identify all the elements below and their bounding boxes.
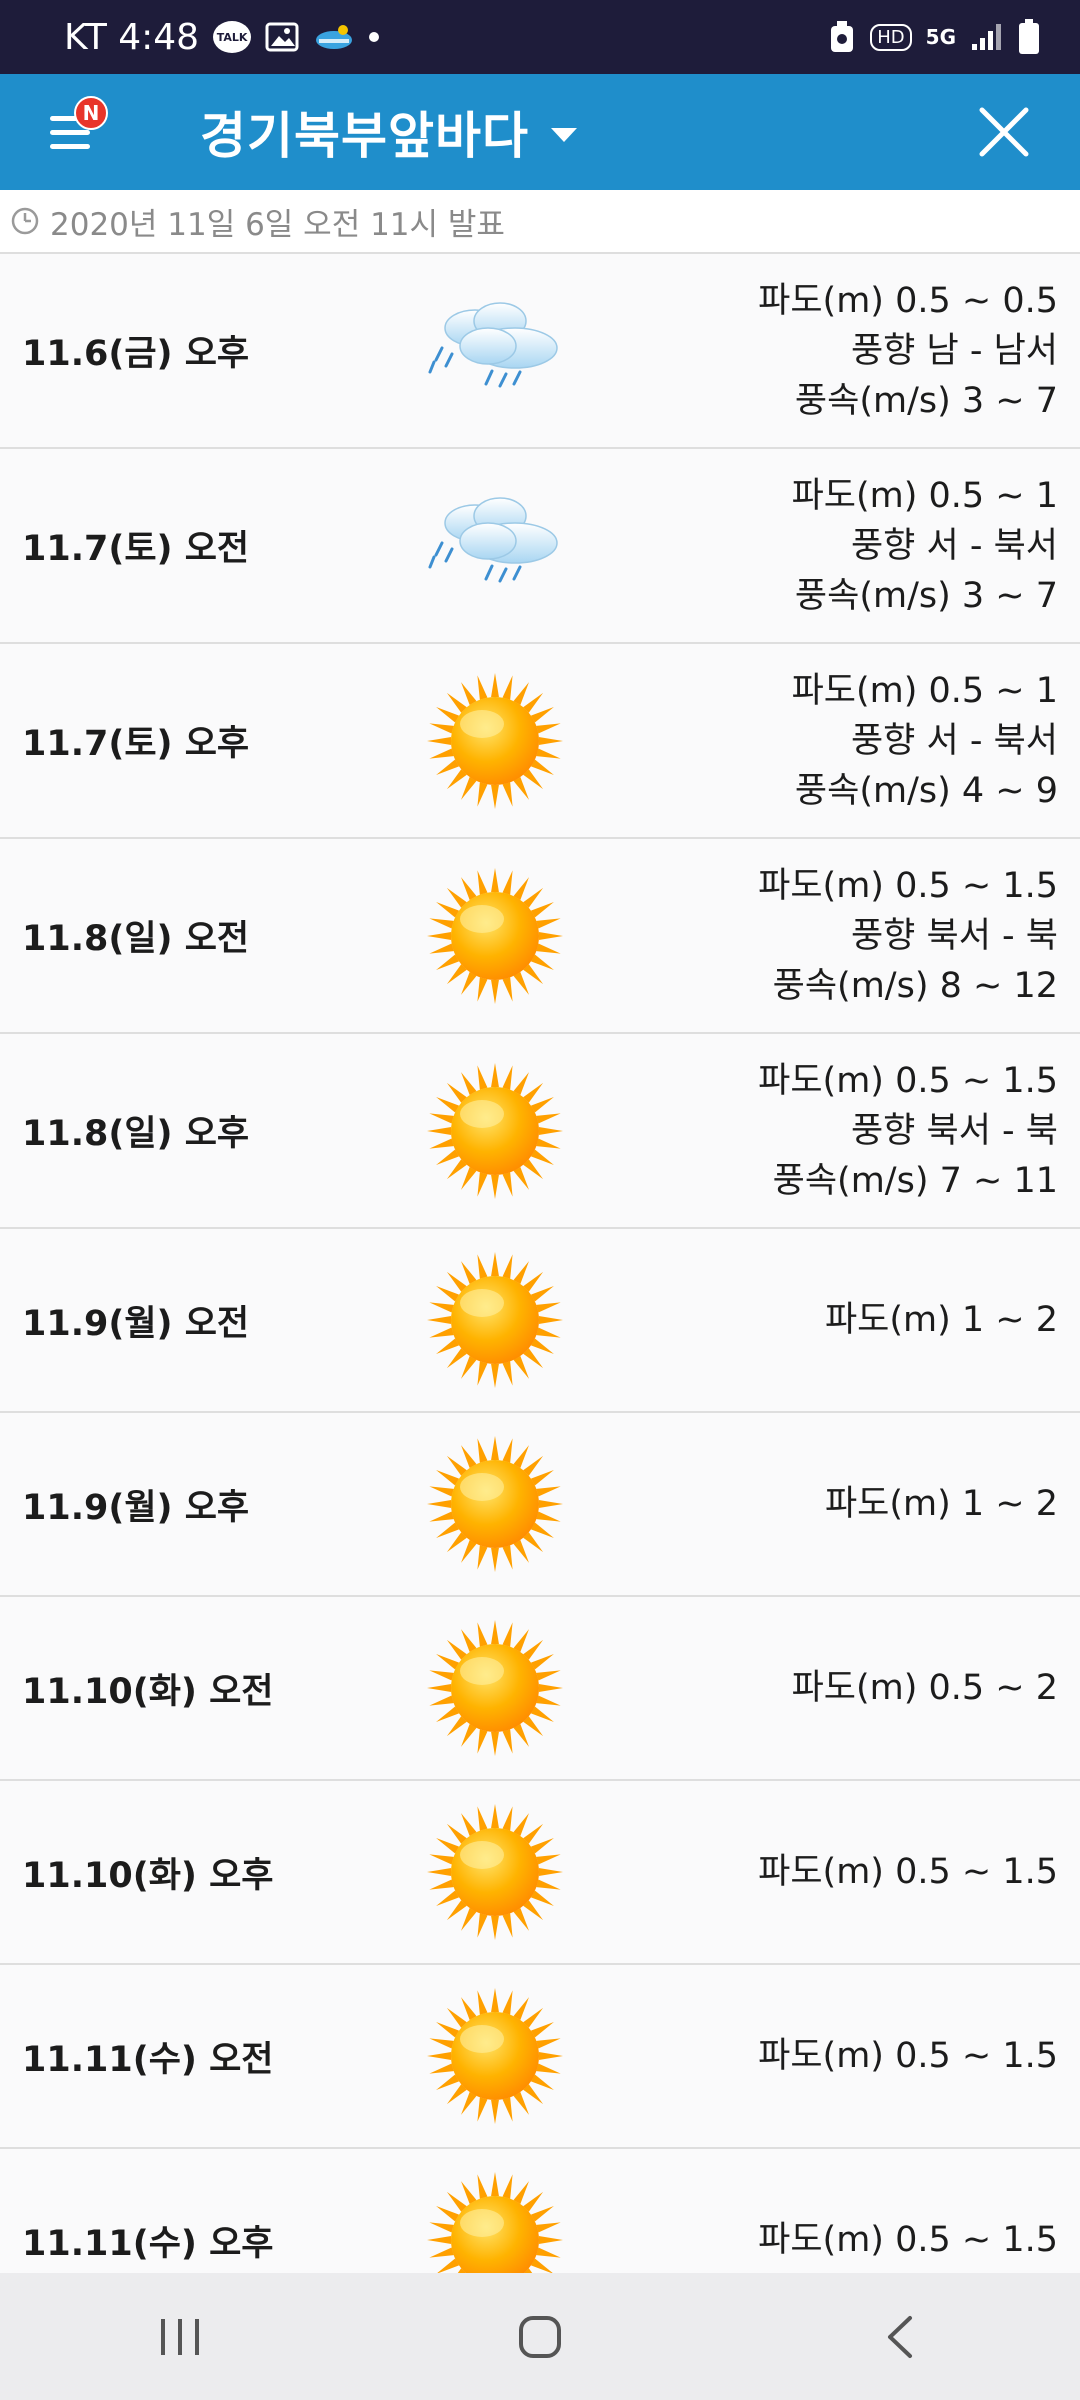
hd-voice-icon: HD xyxy=(870,23,912,51)
forecast-detail-line: 풍속(m/s) 8 ~ 12 xyxy=(772,965,1058,1006)
forecast-details: 파도(m) 0.5 ~ 1.5 xyxy=(758,1965,1058,2147)
forecast-date: 11.8(일) 오전 xyxy=(22,919,250,959)
recent-apps-icon xyxy=(161,2318,199,2355)
hd-label: HD xyxy=(870,23,912,51)
forecast-details: 파도(m) 0.5 ~ 1.5 풍향 북서 - 북풍속(m/s) 7 ~ 11 xyxy=(758,1034,1058,1227)
notification-dot-icon xyxy=(369,32,380,42)
status-bar: KT 4:48 TALK HD 5G xyxy=(0,0,1080,74)
recycle-icon xyxy=(828,20,856,54)
page-title: 경기북부앞바다 xyxy=(200,107,529,165)
sun-icon xyxy=(420,1613,570,1763)
close-button[interactable] xyxy=(976,104,1032,160)
forecast-detail-line: 풍향 북서 - 북 xyxy=(850,915,1058,956)
home-icon xyxy=(519,2315,561,2358)
forecast-row: 11.8(일) 오전 파도(m) 0.5 ~ 1.5 풍향 북서 - 북풍속(m/… xyxy=(0,839,1080,1034)
close-icon xyxy=(979,107,1029,157)
talk-label: TALK xyxy=(213,21,252,53)
forecast-date: 11.10(화) 오전 xyxy=(22,1671,274,1712)
announcement-time: 2020년 11일 6일 오전 11시 발표 xyxy=(50,206,505,243)
forecast-detail-line: 풍향 남 - 남서 xyxy=(850,330,1058,371)
menu-icon-bar xyxy=(50,130,90,135)
forecast-details: 파도(m) 1 ~ 2 xyxy=(825,1229,1058,1411)
forecast-detail-line: 풍향 서 - 북서 xyxy=(850,525,1058,566)
forecast-date: 11.7(토) 오전 xyxy=(22,529,250,569)
forecast-detail-line: 파도(m) 0.5 ~ 0.5 xyxy=(758,280,1058,321)
forecast-row: 11.9(월) 오후 파도(m) 1 ~ 2 xyxy=(0,1413,1080,1597)
system-nav-bar xyxy=(0,2273,1080,2400)
back-icon xyxy=(888,2315,912,2358)
forecast-detail-line: 파도(m) 0.5 ~ 2 xyxy=(791,1668,1058,1708)
forecast-detail-line: 파도(m) 0.5 ~ 1 xyxy=(791,475,1058,516)
forecast-details: 파도(m) 1 ~ 2 xyxy=(825,1413,1058,1595)
sun-icon xyxy=(420,666,570,816)
forecast-row: 11.10(화) 오전 파도(m) 0.5 ~ 2 xyxy=(0,1597,1080,1781)
forecast-detail-line: 파도(m) 0.5 ~ 1.5 xyxy=(758,865,1058,906)
forecast-detail-line: 파도(m) 1 ~ 2 xyxy=(824,1300,1058,1340)
rain-cloud-icon xyxy=(420,471,570,621)
forecast-details: 파도(m) 0.5 ~ 0.5 풍향 남 - 남서풍속(m/s) 3 ~ 7 xyxy=(758,254,1058,447)
recent-apps-button[interactable] xyxy=(120,2287,240,2387)
forecast-details: 파도(m) 0.5 ~ 1 풍향 서 - 북서풍속(m/s) 3 ~ 7 xyxy=(792,449,1058,642)
region-selector[interactable]: 경기북부앞바다 xyxy=(200,74,577,190)
forecast-detail-line: 파도(m) 0.5 ~ 1.5 xyxy=(758,2036,1058,2076)
back-button[interactable] xyxy=(840,2287,960,2387)
forecast-details: 파도(m) 0.5 ~ 2 xyxy=(792,1597,1058,1779)
forecast-detail-line: 풍속(m/s) 3 ~ 7 xyxy=(794,575,1058,616)
app-header: N 경기북부앞바다 xyxy=(0,74,1080,190)
forecast-row: 11.7(토) 오후 파도(m) 0.5 ~ 1 풍향 서 - 북서풍속(m/s)… xyxy=(0,644,1080,839)
forecast-detail-line: 풍향 북서 - 북 xyxy=(850,1110,1058,1151)
forecast-row: 11.7(토) 오전 파도(m) 0.5 ~ 1 풍향 서 - 북서풍속(m/s)… xyxy=(0,449,1080,644)
battery-icon xyxy=(1018,19,1040,55)
forecast-row: 11.11(수) 오전 파도(m) 0.5 ~ 1.5 xyxy=(0,1965,1080,2149)
network-5g-icon: 5G xyxy=(926,25,956,49)
sun-icon xyxy=(420,1056,570,1206)
carrier-time: KT 4:48 xyxy=(64,16,200,58)
forecast-date: 11.9(월) 오전 xyxy=(22,1303,250,1344)
gallery-icon xyxy=(265,22,299,52)
forecast-date: 11.11(수) 오전 xyxy=(22,2039,274,2080)
forecast-detail-line: 풍속(m/s) 3 ~ 7 xyxy=(794,380,1058,421)
rain-cloud-icon xyxy=(420,276,570,426)
home-button[interactable] xyxy=(480,2287,600,2387)
forecast-date: 11.8(일) 오후 xyxy=(22,1114,250,1154)
forecast-detail-line: 파도(m) 0.5 ~ 1.5 xyxy=(758,2220,1058,2260)
forecast-detail-line: 풍속(m/s) 7 ~ 11 xyxy=(772,1160,1058,1201)
clock-icon xyxy=(11,207,39,235)
forecast-row: 11.6(금) 오후 파도(m) 0.5 ~ 0.5 풍향 남 - 남서풍속(m/… xyxy=(0,254,1080,449)
chevron-down-icon xyxy=(551,128,577,142)
forecast-date: 11.9(월) 오후 xyxy=(22,1487,250,1528)
announcement-bar: 2020년 11일 6일 오전 11시 발표 xyxy=(0,190,1080,254)
forecast-row: 11.8(일) 오후 파도(m) 0.5 ~ 1.5 풍향 북서 - 북풍속(m/… xyxy=(0,1034,1080,1229)
sun-icon xyxy=(420,1981,570,2131)
forecast-details: 파도(m) 0.5 ~ 1 풍향 서 - 북서풍속(m/s) 4 ~ 9 xyxy=(792,644,1058,837)
menu-icon-bar xyxy=(50,144,90,149)
forecast-date: 11.7(토) 오후 xyxy=(22,724,250,764)
forecast-row: 11.9(월) 오전 파도(m) 1 ~ 2 xyxy=(0,1229,1080,1413)
sun-icon xyxy=(420,1797,570,1947)
forecast-date: 11.10(화) 오후 xyxy=(22,1855,274,1896)
sun-icon xyxy=(420,1429,570,1579)
forecast-details: 파도(m) 0.5 ~ 1.5 풍향 북서 - 북풍속(m/s) 8 ~ 12 xyxy=(758,839,1058,1032)
forecast-date: 11.6(금) 오후 xyxy=(22,334,250,374)
network-label: 5G xyxy=(925,25,956,49)
weather-app-icon xyxy=(313,22,355,52)
forecast-detail-line: 파도(m) 0.5 ~ 1.5 xyxy=(758,1852,1058,1892)
sun-icon xyxy=(420,1245,570,1395)
kakaotalk-icon: TALK xyxy=(213,21,252,53)
menu-button[interactable]: N xyxy=(44,96,114,162)
new-badge: N xyxy=(74,96,108,130)
forecast-detail-line: 풍향 서 - 북서 xyxy=(850,720,1058,761)
forecast-list: 11.6(금) 오후 파도(m) 0.5 ~ 0.5 풍향 남 - 남서풍속(m/… xyxy=(0,254,1080,2333)
forecast-detail-line: 파도(m) 1 ~ 2 xyxy=(824,1484,1058,1524)
sun-icon xyxy=(420,861,570,1011)
forecast-row: 11.10(화) 오후 파도(m) 0.5 ~ 1.5 xyxy=(0,1781,1080,1965)
forecast-detail-line: 파도(m) 0.5 ~ 1 xyxy=(791,670,1058,711)
forecast-detail-line: 파도(m) 0.5 ~ 1.5 xyxy=(758,1060,1058,1101)
forecast-details: 파도(m) 0.5 ~ 1.5 xyxy=(758,1781,1058,1963)
forecast-detail-line: 풍속(m/s) 4 ~ 9 xyxy=(794,770,1058,811)
signal-icon xyxy=(970,22,1004,52)
